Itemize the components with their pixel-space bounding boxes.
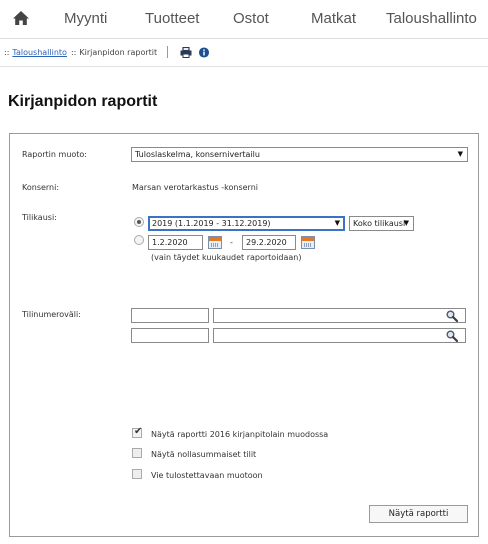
nav-item-ostot[interactable]: Ostot [233,10,269,27]
date-to-input[interactable]: 29.2.2020 [242,235,296,250]
chevron-down-icon: ▼ [457,150,463,158]
chevron-down-icon: ▼ [334,219,340,227]
period-select[interactable]: Koko tilikausi ▼ [349,216,414,231]
report-format-value: Tuloslaskelma, konsernivertailu [135,150,260,159]
home-icon[interactable] [12,9,30,27]
nav-divider [0,38,488,39]
search-icon[interactable] [446,330,458,342]
report-form-panel: Raportin muoto: Tuloslaskelma, konserniv… [9,133,479,537]
fiscal-year-value: 2019 (1.1.2019 - 31.12.2019) [152,219,271,228]
nav-item-myynti[interactable]: Myynti [64,10,107,27]
checkbox-2016-format[interactable]: ✔ [132,426,143,438]
show-report-button[interactable]: Näytä raportti [369,505,468,523]
nav-item-taloushallinto[interactable]: Taloushallinto [386,10,477,27]
checkbox-zero-accounts[interactable] [132,448,142,458]
breadcrumb-current: Kirjanpidon raportit [79,47,158,57]
breadcrumb: :: Taloushallinto :: Kirjanpidon raporti… [4,45,216,59]
checkbox-printable[interactable] [132,469,142,479]
calendar-icon[interactable] [208,236,222,249]
period-value: Koko tilikausi [353,219,406,228]
printer-icon[interactable] [180,46,192,58]
checkmark-icon: ✔ [134,426,143,437]
checkbox-zero-accounts-label: Näytä nollasummaiset tilit [151,450,257,459]
fiscal-year-select[interactable]: 2019 (1.1.2019 - 31.12.2019) ▼ [148,216,345,231]
account-to-input[interactable] [131,328,209,343]
date-from-value: 1.2.2020 [152,238,188,247]
group-label: Konserni: [22,183,60,192]
breadcrumb-divider [167,46,169,58]
search-icon[interactable] [446,310,458,322]
top-navigation: Myynti Tuotteet Ostot Matkat Taloushalli… [0,0,488,38]
report-format-label: Raportin muoto: [22,150,88,159]
checkbox-printable-label: Vie tulostettavaan muotoon [151,471,263,480]
nav-item-matkat[interactable]: Matkat [311,10,356,27]
breadcrumb-separator: :: [4,47,10,57]
report-format-select[interactable]: Tuloslaskelma, konsernivertailu ▼ [131,147,468,162]
date-to-value: 29.2.2020 [246,238,287,247]
breadcrumb-separator: :: [70,47,77,57]
account-range-label: Tilinumeroväli: [22,310,81,319]
fiscal-year-label: Tilikausi: [22,213,57,222]
checkbox-2016-format-label: Näytä raportti 2016 kirjanpitolain muodo… [151,430,329,439]
page-title: Kirjanpidon raportit [8,93,158,110]
account-from-input[interactable] [131,308,209,323]
breadcrumb-divider-line [0,66,488,67]
date-range-dash: - [230,238,233,247]
date-range-note: (vain täydet kuukaudet raportoidaan) [151,253,302,262]
account-to-name-input[interactable] [213,328,466,343]
breadcrumb-link-taloushallinto[interactable]: Taloushallinto [12,48,67,57]
info-icon[interactable] [198,46,210,58]
nav-item-tuotteet[interactable]: Tuotteet [145,10,199,27]
calendar-icon[interactable] [301,236,315,249]
account-from-name-input[interactable] [213,308,466,323]
date-from-input[interactable]: 1.2.2020 [148,235,203,250]
date-range-radio[interactable] [134,235,144,245]
chevron-down-icon: ▼ [403,219,409,227]
fiscal-year-radio[interactable] [134,217,144,227]
group-value: Marsan verotarkastus -konserni [132,183,258,192]
